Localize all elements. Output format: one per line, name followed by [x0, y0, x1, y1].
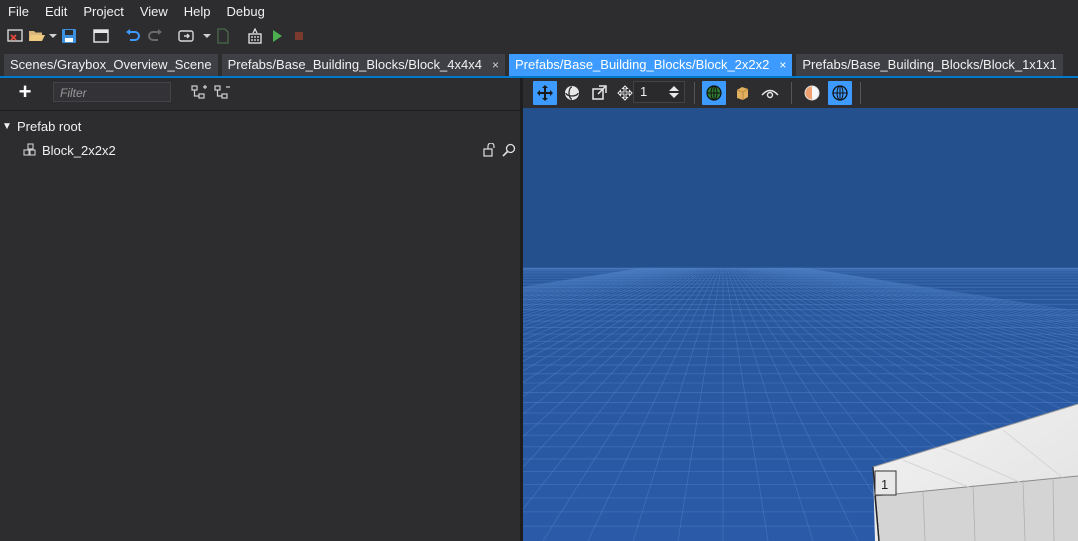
visibility-eye-icon[interactable] — [758, 81, 782, 105]
menu-edit[interactable]: Edit — [37, 0, 75, 24]
grid-step-stepper[interactable]: 1 — [633, 81, 685, 103]
viewport-toolbar: 1 — [0, 78, 1078, 108]
menu-project[interactable]: Project — [75, 0, 131, 24]
tab-label: Scenes/Graybox_Overview_Scene — [10, 57, 212, 72]
scene-tree-panel: + Filter ▼ Prefab root Block_2x2x2 — [0, 78, 520, 541]
block-index-label: 1 — [881, 477, 888, 492]
world-grid-icon[interactable] — [702, 81, 726, 105]
toolbar-separator — [791, 82, 792, 104]
lock-icon[interactable] — [482, 143, 496, 157]
grid-step-value: 1 — [640, 84, 648, 99]
export-icon[interactable] — [176, 25, 202, 47]
solid-shading-icon[interactable] — [730, 81, 754, 105]
block-node-icon — [23, 143, 36, 156]
focus-search-icon[interactable] — [502, 143, 516, 157]
tree-item-block-2x2x2[interactable]: Block_2x2x2 — [0, 138, 520, 162]
menu-file[interactable]: File — [0, 0, 37, 24]
tree-item-prefab-root[interactable]: ▼ Prefab root — [0, 114, 520, 138]
redo-icon[interactable] — [144, 25, 166, 47]
menu-bar: File Edit Project View Help Debug — [0, 0, 1078, 24]
toolbar-separator — [860, 82, 861, 104]
main-toolbar — [0, 24, 1078, 48]
tab-block-4x4x4[interactable]: Prefabs/Base_Building_Blocks/Block_4x4x4… — [221, 54, 505, 76]
undo-icon[interactable] — [122, 25, 144, 47]
lighting-sphere-icon[interactable] — [800, 81, 824, 105]
menu-view[interactable]: View — [132, 0, 176, 24]
close-project-icon[interactable] — [4, 25, 26, 47]
tab-label: Prefabs/Base_Building_Blocks/Block_1x1x1 — [802, 57, 1057, 72]
build-icon[interactable] — [244, 25, 266, 47]
tree-item-label: Prefab root — [17, 118, 82, 134]
panel-divider — [0, 110, 520, 111]
tab-label: Prefabs/Base_Building_Blocks/Block_2x2x2 — [515, 57, 770, 72]
tab-block-2x2x2[interactable]: Prefabs/Base_Building_Blocks/Block_2x2x2… — [509, 54, 793, 76]
play-icon[interactable] — [266, 25, 288, 47]
viewport-canvas[interactable]: 1 — [523, 108, 1078, 541]
tab-graybox-overview-scene[interactable]: Scenes/Graybox_Overview_Scene — [4, 54, 218, 76]
export-dropdown-icon[interactable] — [202, 25, 212, 47]
menu-help[interactable]: Help — [176, 0, 219, 24]
open-dropdown-icon[interactable] — [48, 25, 58, 47]
stop-icon[interactable] — [288, 25, 310, 47]
scene-tree: ▼ Prefab root Block_2x2x2 — [0, 114, 520, 162]
document-tabs: Scenes/Graybox_Overview_Scene Prefabs/Ba… — [0, 54, 1078, 78]
save-icon[interactable] — [58, 25, 80, 47]
close-icon[interactable]: × — [492, 54, 499, 76]
move-tool-icon[interactable] — [533, 81, 557, 105]
toolbar-separator — [694, 82, 695, 104]
close-icon[interactable]: × — [779, 54, 786, 76]
scene-viewport[interactable]: 1 — [523, 108, 1078, 541]
tree-item-label: Block_2x2x2 — [42, 142, 116, 158]
stepper-arrows-icon[interactable] — [668, 85, 680, 99]
menu-debug[interactable]: Debug — [219, 0, 273, 24]
environment-globe-icon[interactable] — [828, 81, 852, 105]
scale-tool-icon[interactable] — [587, 81, 611, 105]
tab-label: Prefabs/Base_Building_Blocks/Block_4x4x4 — [227, 57, 482, 72]
expand-caret-icon[interactable]: ▼ — [2, 121, 12, 132]
document-icon — [212, 25, 234, 47]
window-icon[interactable] — [90, 25, 112, 47]
rotate-tool-icon[interactable] — [560, 81, 584, 105]
open-folder-icon[interactable] — [26, 25, 48, 47]
tab-block-1x1x1[interactable]: Prefabs/Base_Building_Blocks/Block_1x1x1 — [796, 54, 1063, 76]
